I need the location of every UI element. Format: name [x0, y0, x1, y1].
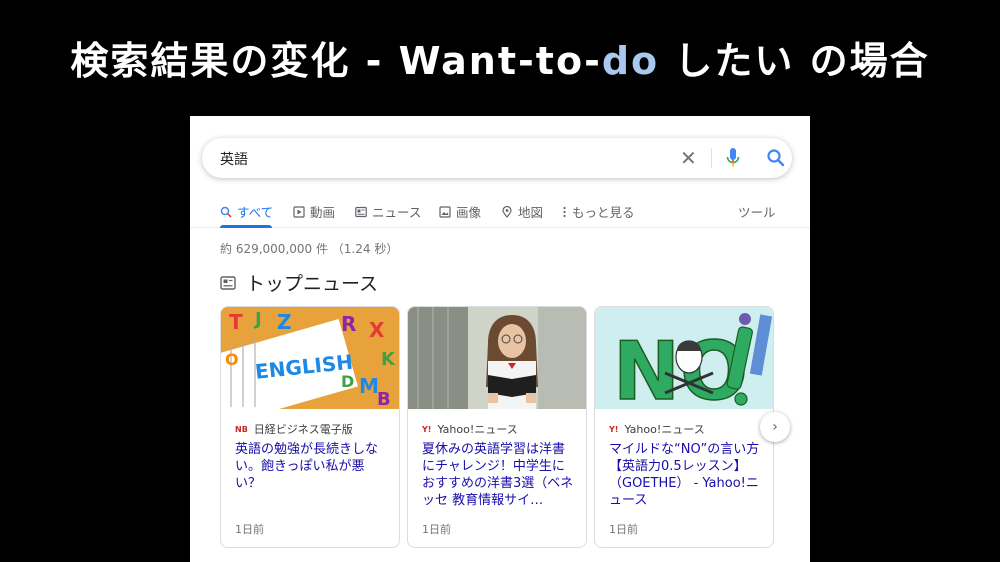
- result-stats: 約 629,000,000 件 （1.24 秒）: [220, 242, 399, 256]
- image-icon: [439, 205, 451, 218]
- video-icon: [293, 205, 305, 218]
- news-thumbnail-girl-reading: [408, 307, 586, 409]
- news-headline[interactable]: 英語の勉強が長続きしない。飽きっぽい私が悪い？: [235, 441, 387, 492]
- news-headline[interactable]: マイルドな“NO”の言い方【英語力0.5レッスン】（GOETHE） - Yaho…: [609, 441, 761, 509]
- search-tabs: すべて 動画 ニュース 画像 地図 もっと見る ツール: [190, 194, 810, 228]
- clear-icon[interactable]: ✕: [680, 144, 697, 172]
- search-input[interactable]: 英語: [220, 149, 248, 169]
- news-thumbnail-no-illustration: NO: [595, 307, 773, 409]
- search-bar[interactable]: 英語 ✕: [202, 138, 792, 178]
- tab-maps[interactable]: 地図: [501, 202, 543, 221]
- source-name: Yahoo!ニュース: [437, 423, 518, 436]
- news-card[interactable]: NO Y! Yahoo!ニュース マイルドな“NO”の言い方【英語力0.5レッス…: [594, 306, 774, 548]
- news-headline[interactable]: 夏休みの英語学習は洋書にチャレンジ！中学生におすすめの洋書3選（ベネッセ 教育情…: [422, 441, 574, 509]
- carousel-next-button[interactable]: ›: [760, 412, 790, 442]
- chevron-right-icon: ›: [772, 419, 778, 435]
- tab-label: 画像: [456, 205, 482, 220]
- svg-text:X: X: [369, 318, 385, 342]
- tab-label: 地図: [518, 205, 544, 220]
- source-logo: Y!: [422, 424, 432, 434]
- svg-text:D: D: [341, 372, 354, 391]
- top-news-title: トップニュース: [246, 273, 379, 295]
- tab-label: 動画: [310, 205, 336, 220]
- svg-text:Z: Z: [277, 310, 292, 334]
- slide-title: 検索結果の変化 - Want-to-do したい の場合: [0, 30, 1000, 90]
- slide-title-pre: 検索結果の変化 - Want-to-: [70, 39, 602, 83]
- source-logo: Y!: [609, 424, 619, 434]
- search-icon[interactable]: [766, 148, 786, 168]
- svg-text:J: J: [253, 309, 262, 330]
- tab-label: すべて: [237, 205, 274, 220]
- tab-videos[interactable]: 動画: [293, 202, 335, 221]
- source-name: 日経ビジネス電子版: [253, 423, 353, 436]
- tab-label: ニュース: [372, 205, 422, 220]
- search-results-screenshot: 英語 ✕ すべて 動画 ニュース 画像 地図 もっと見る ツール 約 629,0…: [190, 116, 810, 562]
- map-pin-icon: [502, 205, 512, 218]
- news-thumbnail-english-letters: T J Z R X K M B O ENGLISH D: [221, 307, 399, 409]
- top-news-header: トップニュース: [220, 269, 378, 296]
- news-icon: [355, 206, 367, 217]
- tab-all[interactable]: すべて: [220, 202, 273, 221]
- tab-news[interactable]: ニュース: [355, 202, 421, 221]
- news-age: 1日前: [422, 523, 451, 536]
- more-vert-icon: [563, 206, 566, 217]
- tab-images[interactable]: 画像: [439, 202, 481, 221]
- source-logo: NB: [235, 424, 248, 434]
- news-source: NB 日経ビジネス電子版: [235, 421, 353, 437]
- slide-title-highlight: do: [601, 39, 660, 83]
- tab-label: もっと見る: [572, 205, 635, 220]
- svg-text:T: T: [229, 310, 243, 334]
- news-icon: [220, 275, 236, 290]
- microphone-icon[interactable]: [726, 148, 740, 168]
- svg-text:M: M: [359, 374, 379, 398]
- tab-more[interactable]: もっと見る: [562, 202, 635, 221]
- search-icon: [220, 206, 232, 218]
- svg-text:K: K: [381, 349, 396, 370]
- news-age: 1日前: [609, 523, 638, 536]
- svg-text:R: R: [341, 312, 356, 336]
- news-source: Y! Yahoo!ニュース: [422, 421, 518, 437]
- tab-tools[interactable]: ツール: [738, 202, 776, 221]
- news-card[interactable]: T J Z R X K M B O ENGLISH D NB 日経ビジネス電子版…: [220, 306, 400, 548]
- tab-label: ツール: [738, 205, 776, 220]
- news-card[interactable]: Y! Yahoo!ニュース 夏休みの英語学習は洋書にチャレンジ！中学生におすすめ…: [407, 306, 587, 548]
- slide-title-post: したい の場合: [659, 39, 930, 83]
- active-tab-indicator: [220, 225, 272, 228]
- news-age: 1日前: [235, 523, 264, 536]
- search-bar-divider: [711, 148, 712, 168]
- svg-text:B: B: [377, 389, 391, 409]
- svg-text:O: O: [225, 350, 239, 369]
- news-source: Y! Yahoo!ニュース: [609, 421, 705, 437]
- source-name: Yahoo!ニュース: [624, 423, 705, 436]
